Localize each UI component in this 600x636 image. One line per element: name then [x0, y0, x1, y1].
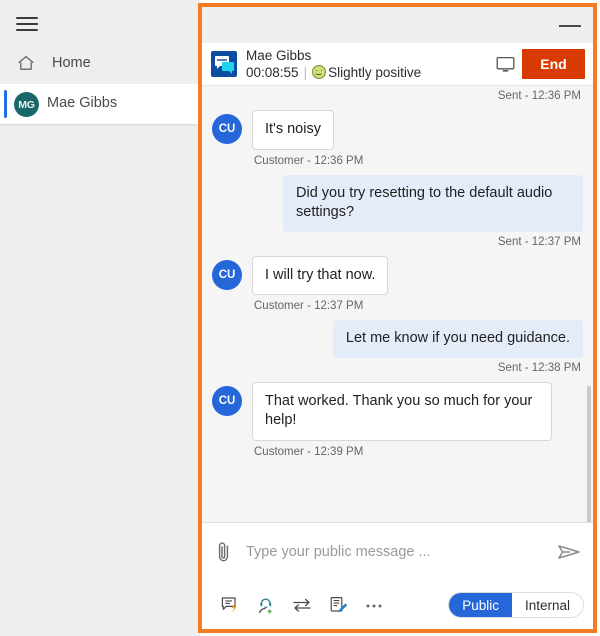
chat-panel: Mae Gibbs 00:08:55 | Slightly positive E…: [202, 7, 593, 629]
send-paper-plane-icon[interactable]: [545, 542, 593, 562]
app-root: Home MG Mae Gibbs Mae Gibbs 00:08:55 | S…: [0, 0, 600, 636]
conversation-name: Mae Gibbs: [246, 47, 312, 63]
message-outgoing: Did you try resetting to the default aud…: [212, 173, 583, 254]
message-timestamp: Customer - 12:39 PM: [254, 445, 364, 458]
scrollbar[interactable]: [587, 86, 592, 522]
sidebar-item-home-label: Home: [52, 55, 91, 71]
message-timestamp: Customer - 12:36 PM: [254, 154, 364, 167]
message-composer: Public Internal: [202, 522, 593, 629]
hamburger-bar: [16, 23, 38, 25]
sidebar-item-mae-gibbs-label: Mae Gibbs: [47, 95, 118, 111]
avatar: CU: [212, 259, 242, 290]
paperclip-icon[interactable]: [202, 540, 246, 564]
message-input[interactable]: [246, 544, 545, 560]
sidebar-item-home[interactable]: Home: [0, 43, 200, 83]
compose-row: [202, 523, 593, 581]
message-timestamp: Customer - 12:37 PM: [254, 300, 364, 313]
end-button[interactable]: End: [522, 49, 585, 79]
add-agent-icon[interactable]: [248, 590, 284, 620]
message-bubble: That worked. Thank you so much for your …: [252, 381, 552, 441]
sidebar-item-mae-gibbs[interactable]: MG Mae Gibbs: [0, 84, 200, 124]
hamburger-bar: [16, 17, 38, 19]
message-incoming: CU It's noisy Customer - 12:36 PM: [212, 108, 583, 173]
conversation-meta: Mae Gibbs 00:08:55 | Slightly positive: [246, 48, 488, 80]
message-bubble: Did you try resetting to the default aud…: [283, 174, 583, 232]
sentiment-label: Slightly positive: [328, 64, 422, 80]
message-timestamp: Sent - 12:36 PM: [497, 90, 581, 102]
conversation-subline: 00:08:55 | Slightly positive: [246, 65, 488, 81]
active-indicator: [4, 90, 7, 118]
message-list[interactable]: Sent - 12:36 PM CU It's noisy Customer -…: [202, 86, 593, 522]
sidebar: Home MG Mae Gibbs: [0, 0, 200, 636]
message-bubble: I will try that now.: [252, 255, 389, 296]
composer-tools: Public Internal: [202, 581, 593, 629]
message-timestamp: Sent - 12:37 PM: [497, 235, 581, 248]
meta-separator: |: [303, 64, 308, 80]
hamburger-icon[interactable]: [12, 12, 42, 36]
slightly-positive-face-icon: [312, 65, 327, 80]
mode-internal-button[interactable]: Internal: [511, 593, 583, 617]
message-incoming: CU I will try that now. Customer - 12:37…: [212, 254, 583, 319]
sidebar-divider: [0, 124, 200, 126]
avatar: CU: [212, 385, 242, 416]
message-bubble: It's noisy: [252, 110, 334, 150]
avatar: CU: [212, 114, 242, 144]
minimize-icon[interactable]: [559, 20, 581, 32]
more-options-icon[interactable]: [356, 590, 392, 620]
minimize-bar: [559, 25, 581, 27]
chat-titlebar: [202, 7, 593, 43]
message-outgoing: Let me know if you need guidance. Sent -…: [212, 318, 583, 380]
conversation-header: Mae Gibbs 00:08:55 | Slightly positive E…: [202, 43, 593, 86]
chat-bubbles-icon: [211, 51, 237, 77]
hamburger-bar: [16, 29, 38, 31]
home-icon: [0, 53, 52, 73]
avatar: MG: [14, 92, 39, 117]
quick-reply-icon[interactable]: [212, 590, 248, 620]
message-timestamp: Sent - 12:38 PM: [497, 361, 581, 374]
notes-icon[interactable]: [320, 590, 356, 620]
transfer-icon[interactable]: [284, 590, 320, 620]
monitor-icon[interactable]: [488, 56, 522, 73]
chat-panel-highlight: Mae Gibbs 00:08:55 | Slightly positive E…: [198, 3, 597, 633]
scrollbar-thumb[interactable]: [587, 386, 591, 522]
message-mode-toggle[interactable]: Public Internal: [448, 592, 584, 618]
mode-public-button[interactable]: Public: [449, 593, 512, 617]
conversation-timer: 00:08:55: [246, 64, 299, 80]
message-bubble: Let me know if you need guidance.: [332, 320, 583, 358]
message-incoming: CU That worked. Thank you so much for yo…: [212, 380, 583, 464]
chat-bubble-front: [222, 62, 234, 74]
